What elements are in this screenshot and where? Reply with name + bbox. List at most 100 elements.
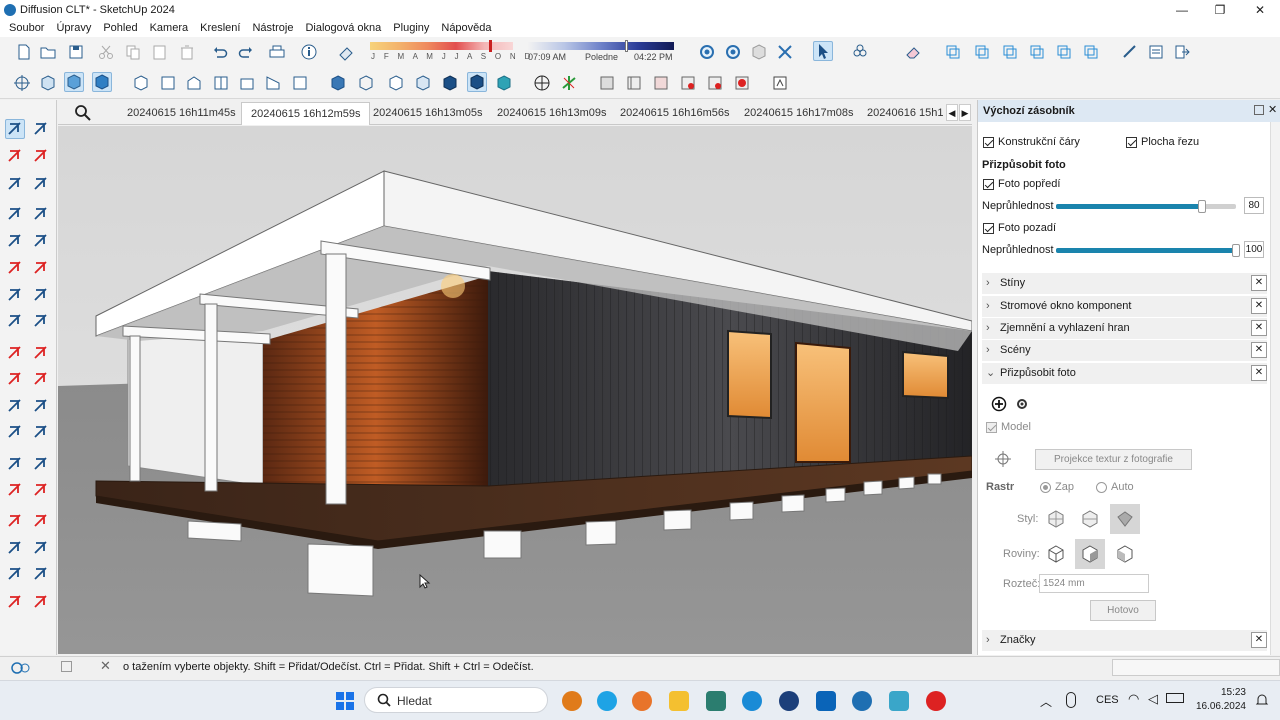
pie-icon[interactable] <box>5 311 25 331</box>
rotated-rect-icon[interactable] <box>31 231 51 251</box>
front-view-icon[interactable] <box>184 73 204 93</box>
background-opacity-slider[interactable] <box>1056 244 1240 257</box>
month-slider-thumb[interactable] <box>489 40 492 52</box>
select-icon[interactable] <box>5 119 25 139</box>
volume-icon[interactable]: ◁ <box>1148 691 1158 707</box>
dimension-icon[interactable] <box>5 454 25 474</box>
face-style-monochrome-icon[interactable] <box>467 72 487 92</box>
notepad-icon[interactable] <box>889 691 909 711</box>
tag-icon[interactable] <box>5 174 25 194</box>
gear-settings-icon[interactable] <box>697 42 717 62</box>
background-opacity-value[interactable]: 100 <box>1244 241 1264 258</box>
previous-view-icon[interactable] <box>31 564 51 584</box>
scene-tab[interactable]: 20240616 15h19 <box>858 102 944 125</box>
eraser-small-icon[interactable] <box>31 146 51 166</box>
face-style-shaded-icon[interactable] <box>413 73 433 93</box>
redo-icon[interactable] <box>236 42 256 62</box>
menu-edit[interactable]: Úpravy <box>56 22 91 34</box>
minimize-button[interactable]: — <box>1162 0 1202 19</box>
select-arrow-icon[interactable] <box>813 41 833 61</box>
scene-scroll-right-icon[interactable]: ▶ <box>959 104 971 121</box>
section-plane-row[interactable]: Plocha řezu <box>1126 136 1199 148</box>
new-file-icon[interactable] <box>14 42 34 62</box>
move-icon[interactable] <box>5 343 25 363</box>
menu-camera[interactable]: Kamera <box>150 22 189 34</box>
scale-icon[interactable] <box>5 396 25 416</box>
push-pull-icon[interactable] <box>31 343 51 363</box>
gear-settings-2-icon[interactable] <box>723 42 743 62</box>
section-tags[interactable]: › Značky ✕ <box>982 630 1267 651</box>
grid-on-radio[interactable]: Zap <box>1040 481 1074 493</box>
section-display-icon[interactable] <box>597 73 617 93</box>
sketchup-taskbar-icon[interactable] <box>852 691 872 711</box>
panel-close-icon[interactable]: ✕ <box>1268 103 1277 116</box>
clock-time[interactable]: 15:23 <box>1216 687 1246 698</box>
projection-crosshair-icon[interactable] <box>994 450 1012 468</box>
save-icon[interactable] <box>66 42 86 62</box>
scene-tab[interactable]: 20240615 16h13m05s <box>364 102 491 125</box>
foreground-photo-checkbox[interactable]: Foto popředí <box>983 178 1060 190</box>
grid-style-3-icon[interactable] <box>1110 504 1140 534</box>
axes-icon[interactable] <box>532 73 552 93</box>
taskbar-search-box[interactable]: Hledat <box>364 687 548 713</box>
cut-icon[interactable] <box>96 42 116 62</box>
paint-bucket-icon[interactable] <box>850 42 870 62</box>
wifi-icon[interactable]: ◠ <box>1128 691 1139 707</box>
snipping-tool-icon[interactable] <box>706 691 726 711</box>
section-red-icon[interactable] <box>678 73 698 93</box>
arc-2-icon[interactable] <box>31 285 51 305</box>
scene-tab[interactable]: 20240615 16h12m59s <box>241 102 371 125</box>
section-scenes[interactable]: › Scény ✕ <box>982 340 1267 361</box>
menu-extensions[interactable]: Pluginy <box>393 22 429 34</box>
section-soften-edges[interactable]: › Zjemnění a vyhlazení hran ✕ <box>982 318 1267 339</box>
offset-icon[interactable] <box>31 396 51 416</box>
input-language[interactable]: CES <box>1096 694 1119 706</box>
face-style-color-icon[interactable] <box>494 73 514 93</box>
text-icon[interactable] <box>31 454 51 474</box>
component-select-icon[interactable] <box>31 119 51 139</box>
paint-icon[interactable] <box>5 146 25 166</box>
scene-tab[interactable]: 20240615 16h16m56s <box>611 102 738 125</box>
rectangle-icon[interactable] <box>5 231 25 251</box>
scene-tab[interactable]: 20240615 16h13m09s <box>488 102 615 125</box>
face-style-textured-icon[interactable] <box>440 73 460 93</box>
grid-style-2-icon[interactable] <box>1075 504 1105 534</box>
style-backedges-icon[interactable] <box>92 72 112 92</box>
cube-settings-icon[interactable] <box>38 73 58 93</box>
follow-me-icon[interactable] <box>31 369 51 389</box>
export-icon[interactable] <box>1172 42 1192 62</box>
x-tool-icon[interactable] <box>775 42 795 62</box>
skype-icon[interactable] <box>597 691 617 711</box>
report-icon[interactable] <box>1146 42 1166 62</box>
measurements-box[interactable] <box>1112 659 1280 676</box>
geo-location-icon[interactable] <box>10 660 32 676</box>
section-red-3-icon[interactable] <box>732 73 752 93</box>
scene-search-icon[interactable] <box>74 104 92 122</box>
erase-2-icon[interactable] <box>31 174 51 194</box>
menu-file[interactable]: Soubor <box>9 22 44 34</box>
status-close-icon[interactable]: ✕ <box>100 658 111 674</box>
plane-1-icon[interactable] <box>1041 539 1071 569</box>
foreground-opacity-value[interactable]: 80 <box>1244 197 1264 214</box>
face-style-hidden-icon[interactable] <box>386 73 406 93</box>
view-back-icon[interactable] <box>1054 42 1074 62</box>
section-tool-icon[interactable] <box>5 511 25 531</box>
view-left-icon[interactable] <box>1081 42 1101 62</box>
menu-draw[interactable]: Kreslení <box>200 22 240 34</box>
paste-icon[interactable] <box>150 42 170 62</box>
notification-bell-icon[interactable] <box>1255 693 1269 707</box>
protractor-icon[interactable] <box>31 422 51 442</box>
menu-view[interactable]: Pohled <box>103 22 137 34</box>
time-slider-track[interactable] <box>528 42 674 50</box>
menu-tools[interactable]: Nástroje <box>252 22 293 34</box>
blender-icon[interactable] <box>562 691 582 711</box>
foreground-opacity-slider[interactable] <box>1056 200 1236 213</box>
credits-icon[interactable] <box>61 661 72 672</box>
menu-window[interactable]: Dialogová okna <box>305 22 381 34</box>
freehand-icon[interactable] <box>31 204 51 224</box>
time-slider-thumb[interactable] <box>625 40 628 52</box>
back-view-icon[interactable] <box>237 73 257 93</box>
model-viewport[interactable] <box>58 126 972 654</box>
done-button[interactable]: Hotovo <box>1090 600 1156 621</box>
model-checkbox[interactable]: Model <box>986 421 1031 433</box>
